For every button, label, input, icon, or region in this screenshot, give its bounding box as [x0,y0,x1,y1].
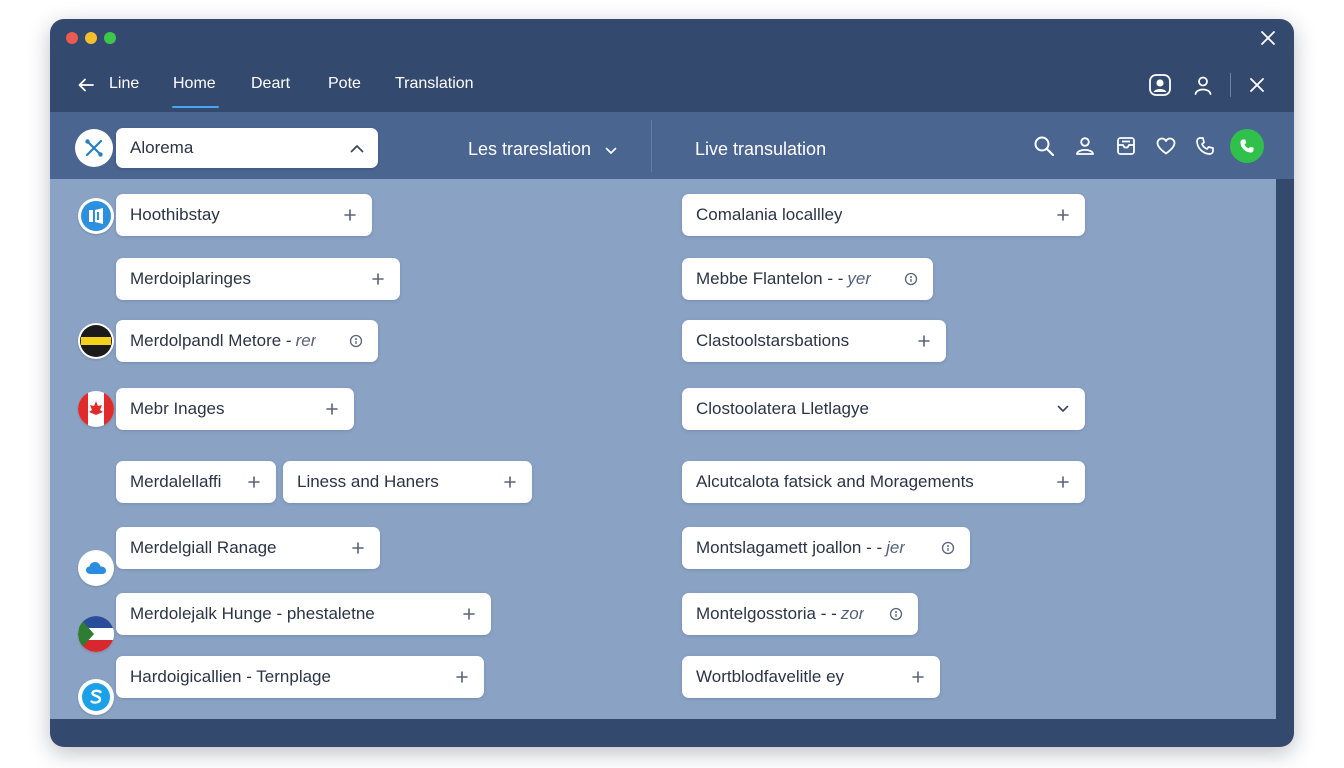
plus-icon[interactable] [1055,207,1071,223]
window-minimize-dot[interactable] [85,32,97,44]
heart-icon[interactable] [1154,134,1178,158]
translation-item[interactable]: Clastoolstarsbations [682,320,946,362]
flag-icon [78,323,114,359]
app-window: Line Home Deart Pote Translation Alorema… [50,19,1294,747]
close-icon[interactable] [1256,26,1280,50]
translation-item[interactable]: Comalania locallley [682,194,1085,236]
call-icon [1240,139,1254,153]
info-icon[interactable] [903,271,919,287]
tab-deart[interactable]: Deart [251,74,290,94]
language-item-label: Hoothibstay [130,205,220,224]
toolbar-divider [651,120,652,172]
windows-logo-icon [78,198,114,234]
plus-icon[interactable] [916,333,932,349]
language-item-label: Liness and Haners [297,472,439,491]
user-icon[interactable] [1190,72,1216,98]
plus-icon[interactable] [350,540,366,556]
call-button[interactable] [1230,129,1264,163]
cloud-icon [78,550,114,586]
plus-icon[interactable] [461,606,477,622]
tools-icon[interactable] [75,129,113,167]
translation-item[interactable]: Clostoolatera Lletlagye [682,388,1085,430]
tab-line[interactable]: Line [109,74,139,94]
flag-icon [78,391,114,427]
translation-item-label: Wortblodfavelitle ey [696,667,845,686]
translation-item-label: Alcutcalota fatsick and Moragements [696,472,974,491]
search-icon[interactable] [1032,134,1056,158]
skype-icon [78,679,114,715]
flag-icon [78,616,114,652]
translation-item[interactable]: Mebbe Flantelon - - yer [682,258,933,300]
tab-pote[interactable]: Pote [328,74,361,94]
language-item[interactable]: Merdalellaffi [116,461,276,503]
language-item-label: Merdelgiall Ranage [130,538,277,557]
caret-down-icon [605,139,617,160]
language-item-label: Merdoiplaringes [130,269,251,288]
translation-item-label: Clastoolstarsbations [696,331,850,350]
chevron-up-icon [350,138,364,158]
language-item-label: Merdolpandl Metore - rer [130,331,317,350]
source-translation-dropdown[interactable]: Les trareslation [468,139,617,160]
top-navigation: Line Home Deart Pote Translation [50,59,1294,111]
translation-item-label: Montslagamett joallon - - jer [696,538,906,557]
translation-item[interactable]: Montslagamett joallon - - jer [682,527,970,569]
chevron-down-icon[interactable] [1055,401,1071,417]
inbox-icon[interactable] [1114,134,1138,158]
plus-icon[interactable] [246,474,262,490]
translation-item[interactable]: Montelgosstoria - - zor [682,593,918,635]
translation-item[interactable]: Alcutcalota fatsick and Moragements [682,461,1085,503]
info-icon[interactable] [348,333,364,349]
language-item[interactable]: Merdelgiall Ranage [116,527,380,569]
window-close-dot[interactable] [66,32,78,44]
close-icon[interactable] [1244,72,1270,98]
live-translation-label: Live transulation [695,139,827,159]
language-list-panel: Hoothibstay Merdoiplaringes Merdolpandl … [50,179,1276,719]
translation-item-label: Montelgosstoria - - zor [696,604,865,623]
phone-icon[interactable] [1193,134,1217,158]
language-item[interactable]: Hardoigicallien - Ternplage [116,656,484,698]
info-icon[interactable] [940,540,956,556]
people-icon[interactable] [1073,134,1097,158]
plus-icon[interactable] [454,669,470,685]
translation-item-label: Comalania locallley [696,205,843,224]
window-maximize-dot[interactable] [104,32,116,44]
plus-icon[interactable] [1055,474,1071,490]
tab-home[interactable]: Home [172,74,219,108]
language-select[interactable]: Alorema [116,128,378,168]
plus-icon[interactable] [910,669,926,685]
language-select-value: Alorema [130,138,194,157]
language-item-label: Mebr Inages [130,399,225,418]
title-bar [50,19,1294,57]
nav-divider [1230,73,1231,97]
language-item[interactable]: Hoothibstay [116,194,372,236]
language-item-label: Hardoigicallien - Ternplage [130,667,331,686]
language-item[interactable]: Mebr Inages [116,388,354,430]
translation-item-label: Clostoolatera Lletlagye [696,399,869,418]
arrow-left-icon[interactable] [74,73,98,97]
language-item[interactable]: Liness and Haners [283,461,532,503]
plus-icon[interactable] [370,271,386,287]
info-icon[interactable] [888,606,904,622]
language-item-label: Merdolejalk Hunge - phestaletne [130,604,375,623]
translation-item-label: Mebbe Flantelon - - yer [696,269,872,288]
language-item-label: Merdalellaffi [130,472,222,491]
plus-icon[interactable] [324,401,340,417]
translation-item[interactable]: Wortblodfavelitle ey [682,656,940,698]
user-circle-icon[interactable] [1147,72,1173,98]
source-translation-label: Les trareslation [468,139,592,159]
language-item[interactable]: Merdolejalk Hunge - phestaletne [116,593,491,635]
tab-translation[interactable]: Translation [395,74,474,94]
plus-icon[interactable] [502,474,518,490]
language-item[interactable]: Merdoiplaringes [116,258,400,300]
language-item[interactable]: Merdolpandl Metore - rer [116,320,378,362]
plus-icon[interactable] [342,207,358,223]
translation-toolbar: Alorema Les trareslation Live transulati… [50,112,1294,179]
